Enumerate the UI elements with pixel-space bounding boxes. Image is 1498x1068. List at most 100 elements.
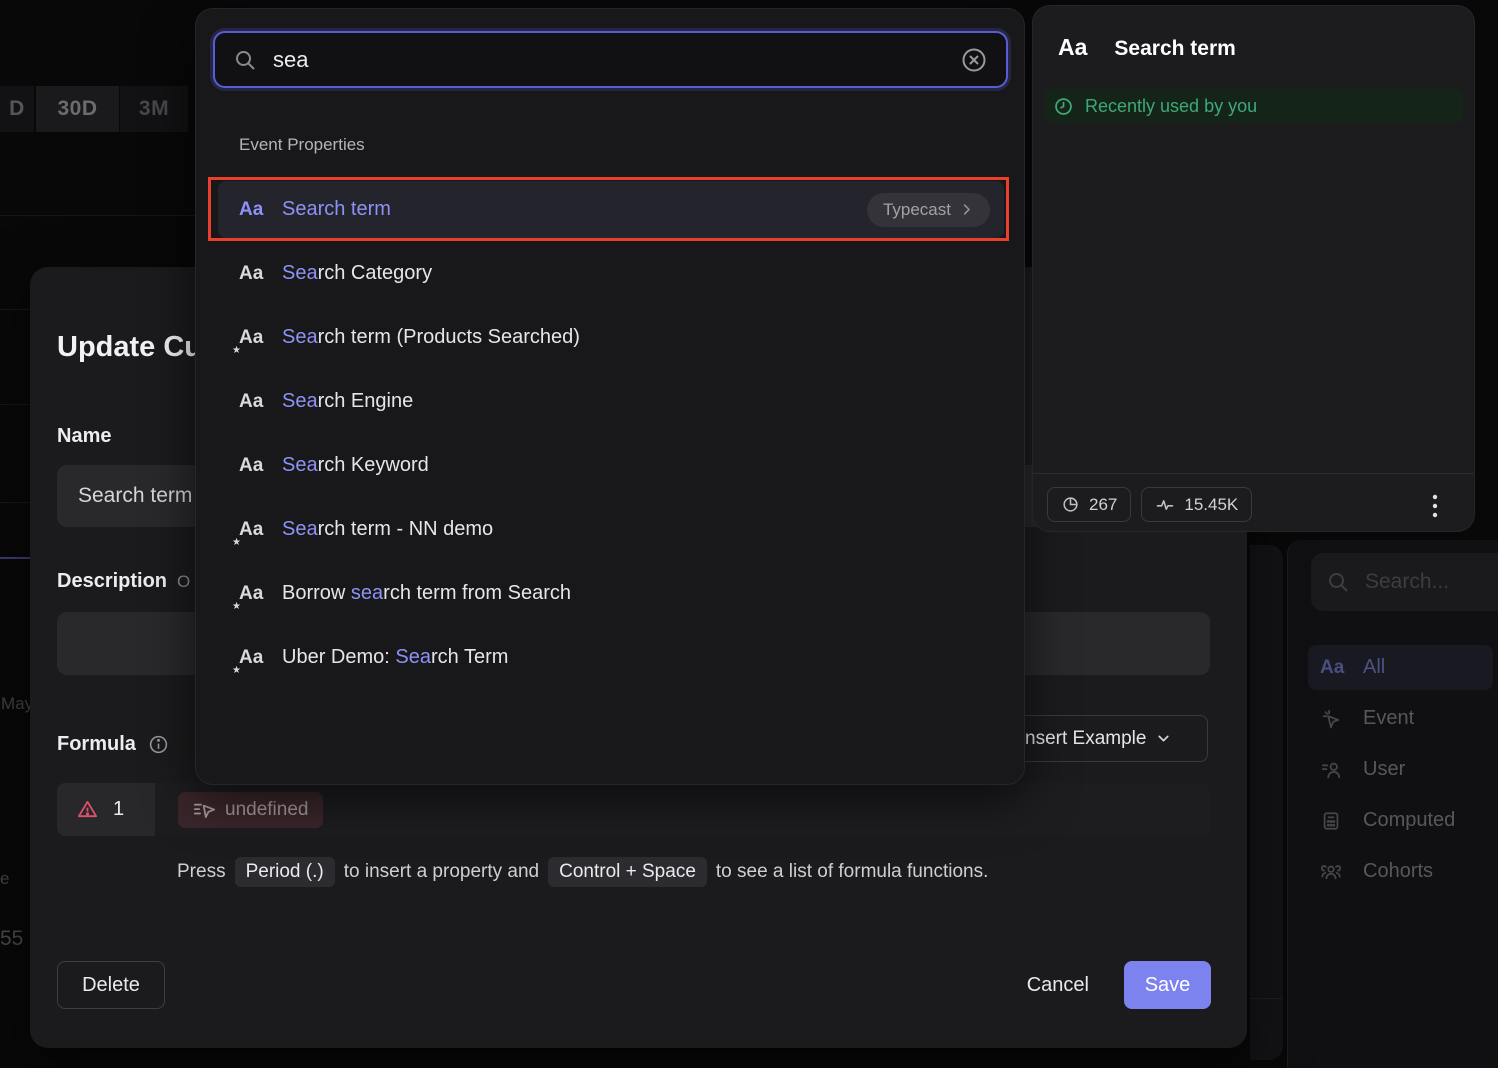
save-button[interactable]: Save xyxy=(1124,961,1211,1009)
more-options-icon[interactable] xyxy=(1428,489,1442,523)
details-stats: 267 15.45K xyxy=(1047,487,1252,522)
sidebar-search-input[interactable] xyxy=(1363,569,1498,595)
aa-glyph: Aa xyxy=(239,199,263,220)
details-header: Aa Search term xyxy=(1058,34,1236,61)
typecast-button[interactable]: Typecast xyxy=(867,193,990,227)
list-item-search-term-nn-demo[interactable]: Aa★ Search term - NN demo xyxy=(218,501,1004,558)
clear-search-icon[interactable] xyxy=(960,46,988,74)
property-label: Borrow search term from Search xyxy=(282,582,571,605)
recently-used-label: Recently used by you xyxy=(1085,96,1257,117)
formula-input[interactable]: undefined xyxy=(155,783,1210,836)
aa-glyph: Aa xyxy=(239,583,263,604)
hint-press: Press xyxy=(177,861,226,883)
formula-label-row: Formula xyxy=(57,733,169,756)
sidebar-item-computed[interactable]: Computed xyxy=(1308,798,1493,843)
time-tab-d[interactable]: D xyxy=(0,86,34,132)
text-property-icon: Aa★ xyxy=(239,263,267,285)
aa-glyph: Aa xyxy=(239,647,263,668)
name-label: Name xyxy=(57,425,111,448)
list-item-borrow-search-term[interactable]: Aa★ Borrow search term from Search xyxy=(218,565,1004,622)
text-property-icon: Aa★ xyxy=(239,327,267,349)
search-input[interactable] xyxy=(271,46,946,74)
undefined-property-chip[interactable]: undefined xyxy=(178,792,323,828)
sidebar-item-label: Computed xyxy=(1363,809,1455,832)
label-suf: rch Category xyxy=(318,262,433,284)
kbd-control-space: Control + Space xyxy=(548,857,707,887)
list-item-search-keyword[interactable]: Aa★ Search Keyword xyxy=(218,437,1004,494)
property-label: Search Category xyxy=(282,262,432,285)
sidebar-item-event[interactable]: Event xyxy=(1308,696,1493,741)
list-item-search-engine[interactable]: Aa★ Search Engine xyxy=(218,373,1004,430)
aa-glyph: Aa xyxy=(239,263,263,284)
details-footer-divider xyxy=(1033,473,1474,474)
label-suf: rch term (Products Searched) xyxy=(318,326,580,348)
cancel-button[interactable]: Cancel xyxy=(1021,961,1095,1009)
error-count: 1 xyxy=(113,798,124,821)
background-divider xyxy=(0,215,195,216)
list-item-search-category[interactable]: Aa★ Search Category xyxy=(218,245,1004,302)
text-property-icon: Aa★ xyxy=(239,199,267,221)
sidebar-item-label: User xyxy=(1363,758,1405,781)
sidebar-item-label: All xyxy=(1363,656,1385,679)
hint-tail: to see a list of formula functions. xyxy=(716,861,988,883)
cursor-click-icon xyxy=(1320,708,1350,730)
label-match: Sea xyxy=(282,326,318,348)
aa-glyph: Aa xyxy=(239,455,263,476)
label-pre: Borrow xyxy=(282,582,351,604)
text-property-icon: Aa xyxy=(1320,657,1350,679)
chart-gridline xyxy=(0,404,30,405)
description-optional-hint: O xyxy=(177,572,190,591)
search-box[interactable] xyxy=(213,31,1008,88)
text-property-icon: Aa★ xyxy=(239,391,267,413)
volume-value: 15.45K xyxy=(1184,495,1238,515)
text-property-icon: Aa★ xyxy=(239,647,267,669)
label-match: Sea xyxy=(282,454,318,476)
list-item-search-term[interactable]: Aa★ Search term Typecast xyxy=(218,181,1004,238)
description-label: DescriptionO xyxy=(57,570,190,593)
time-tab-3m-label: 3M xyxy=(139,97,169,121)
insert-example-label: nsert Example xyxy=(1025,728,1146,750)
label-suf: rch Term xyxy=(431,646,508,668)
property-search-popup: Event Properties Aa★ Search term Typecas… xyxy=(195,8,1025,785)
time-tab-30d-label: 30D xyxy=(57,97,97,121)
time-tab-30d[interactable]: 30D xyxy=(36,86,119,132)
label-match: Sea xyxy=(282,198,318,220)
label-match: Sea xyxy=(395,646,431,668)
volume-pill[interactable]: 15.45K xyxy=(1141,487,1252,522)
warning-icon xyxy=(76,798,99,821)
chart-axis-label: 55 xyxy=(0,927,23,951)
time-tab-3m[interactable]: 3M xyxy=(120,86,188,132)
aa-glyph: Aa xyxy=(239,391,263,412)
people-icon xyxy=(1320,861,1350,883)
cardinality-pill[interactable]: 267 xyxy=(1047,487,1131,522)
label-suf: rch Engine xyxy=(318,390,414,412)
property-label: Search term (Products Searched) xyxy=(282,326,580,349)
sidebar-item-user[interactable]: User xyxy=(1308,747,1493,792)
label-match: sea xyxy=(351,582,383,604)
label-suf: rch term xyxy=(318,198,391,220)
custom-property-star-icon: ★ xyxy=(232,537,241,548)
label-suf: rch term - NN demo xyxy=(318,518,494,540)
list-item-search-term-products[interactable]: Aa★ Search term (Products Searched) xyxy=(218,309,1004,366)
info-icon[interactable] xyxy=(148,734,169,755)
label-match: Sea xyxy=(282,518,318,540)
undefined-chip-label: undefined xyxy=(225,799,308,821)
user-icon xyxy=(1320,759,1350,781)
activity-icon xyxy=(1155,495,1175,515)
sidebar-search-box[interactable] xyxy=(1311,553,1498,611)
sidebar-item-cohorts[interactable]: Cohorts xyxy=(1308,849,1493,894)
hint-mid: to insert a property and xyxy=(344,861,539,883)
formula-error-gutter: 1 xyxy=(57,783,155,836)
property-results-list: Aa★ Search term Typecast Aa★ Search Cate… xyxy=(218,181,1004,693)
modal-title: Update Cu xyxy=(57,331,202,364)
custom-property-star-icon: ★ xyxy=(232,665,241,676)
time-tab-d-label: D xyxy=(9,97,25,121)
calculator-icon xyxy=(1320,810,1350,832)
typecast-label: Typecast xyxy=(883,200,951,220)
property-label: Uber Demo: Search Term xyxy=(282,646,508,669)
search-icon xyxy=(233,48,257,72)
property-label: Search term - NN demo xyxy=(282,518,493,541)
list-item-uber-demo-search-term[interactable]: Aa★ Uber Demo: Search Term xyxy=(218,629,1004,686)
delete-button[interactable]: Delete xyxy=(57,961,165,1009)
sidebar-item-all[interactable]: Aa All xyxy=(1308,645,1493,690)
